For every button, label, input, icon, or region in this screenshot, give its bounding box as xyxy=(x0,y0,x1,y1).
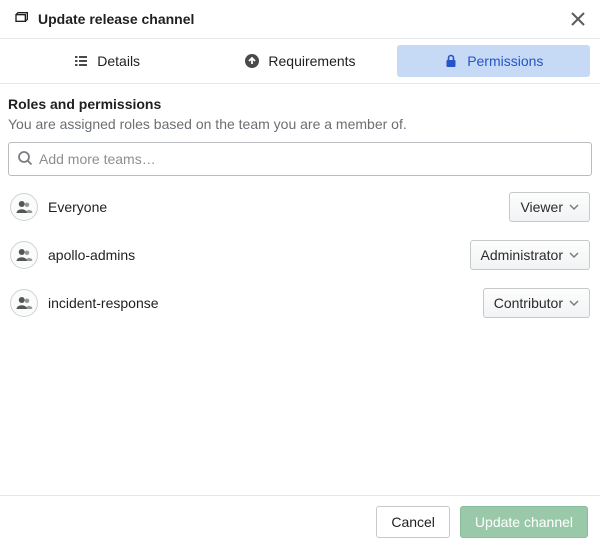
team-list: Everyone Viewer xyxy=(8,192,592,318)
section-subtitle: You are assigned roles based on the team… xyxy=(8,116,592,132)
team-left: incident-response xyxy=(10,289,483,317)
role-select[interactable]: Viewer xyxy=(509,192,590,222)
section-title: Roles and permissions xyxy=(8,96,592,112)
details-icon xyxy=(73,53,89,69)
tab-requirements-label: Requirements xyxy=(268,53,355,69)
add-teams-search[interactable] xyxy=(8,142,592,176)
team-name: incident-response xyxy=(48,295,159,311)
update-channel-button[interactable]: Update channel xyxy=(460,506,588,538)
lock-icon xyxy=(443,53,459,69)
requirements-icon xyxy=(244,53,260,69)
dialog-footer: Cancel Update channel xyxy=(0,495,600,548)
chevron-down-icon xyxy=(569,202,579,212)
add-teams-input[interactable] xyxy=(39,151,583,167)
team-row: Everyone Viewer xyxy=(10,192,590,222)
cancel-button[interactable]: Cancel xyxy=(376,506,450,538)
team-row: apollo-admins Administrator xyxy=(10,240,590,270)
tab-permissions[interactable]: Permissions xyxy=(397,45,590,77)
dialog-body: Roles and permissions You are assigned r… xyxy=(0,84,600,495)
release-channel-icon xyxy=(14,10,30,29)
close-button[interactable] xyxy=(570,11,586,27)
role-select[interactable]: Administrator xyxy=(470,240,590,270)
dialog-title-wrap: Update release channel xyxy=(14,10,570,29)
team-avatar-icon xyxy=(10,241,38,269)
role-value: Administrator xyxy=(481,247,563,263)
team-avatar-icon xyxy=(10,289,38,317)
tab-details[interactable]: Details xyxy=(10,45,203,77)
dialog-update-release-channel: Update release channel Details xyxy=(0,0,600,548)
tab-permissions-label: Permissions xyxy=(467,53,543,69)
search-icon xyxy=(17,150,33,169)
team-avatar-icon xyxy=(10,193,38,221)
tabs: Details Requirements Permissions xyxy=(0,39,600,83)
dialog-header: Update release channel xyxy=(0,0,600,38)
role-value: Viewer xyxy=(520,199,563,215)
tab-requirements[interactable]: Requirements xyxy=(203,45,396,77)
team-left: Everyone xyxy=(10,193,509,221)
chevron-down-icon xyxy=(569,298,579,308)
role-value: Contributor xyxy=(494,295,563,311)
team-row: incident-response Contributor xyxy=(10,288,590,318)
team-left: apollo-admins xyxy=(10,241,470,269)
team-name: Everyone xyxy=(48,199,107,215)
chevron-down-icon xyxy=(569,250,579,260)
tab-details-label: Details xyxy=(97,53,140,69)
team-name: apollo-admins xyxy=(48,247,135,263)
role-select[interactable]: Contributor xyxy=(483,288,590,318)
dialog-title: Update release channel xyxy=(38,11,194,27)
